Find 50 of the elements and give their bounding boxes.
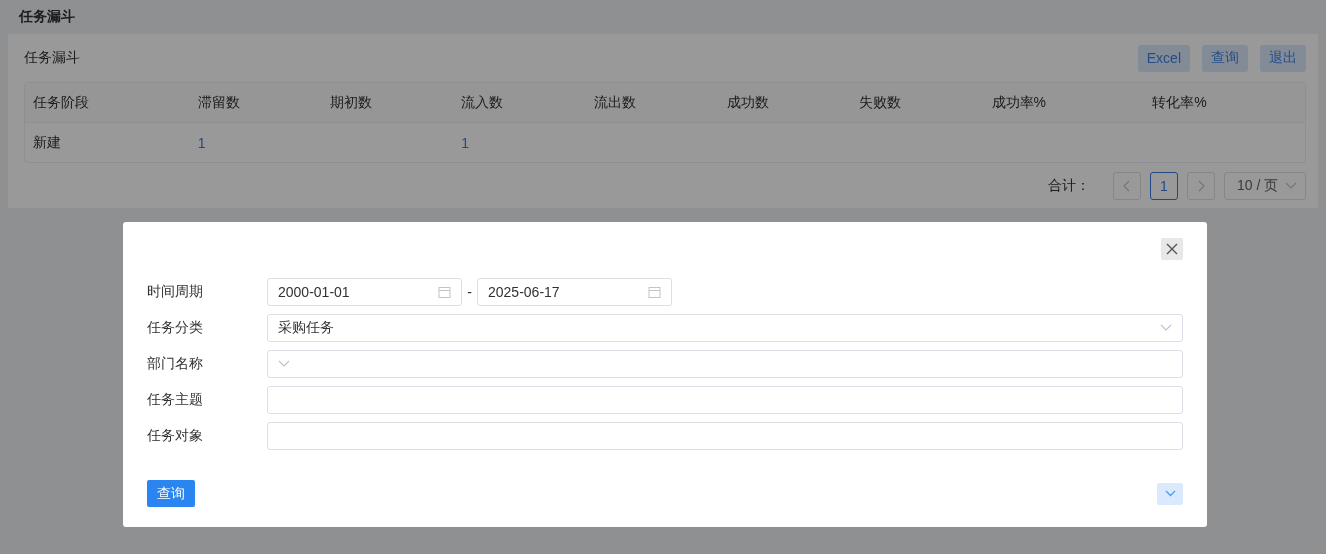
column-header: 成功数 [726, 93, 769, 110]
close-icon [1166, 243, 1178, 255]
table-cell-link[interactable]: 1 [197, 134, 206, 151]
table-cell: 新建 [33, 133, 61, 150]
column-header: 失败数 [858, 93, 901, 110]
column-header: 期初数 [329, 93, 372, 110]
calendar-icon [438, 285, 451, 299]
column-header: 流出数 [594, 93, 637, 110]
chevron-right-icon [1197, 180, 1205, 192]
field-label: 部门名称 [147, 355, 204, 373]
query-button[interactable]: 查询 [147, 480, 195, 507]
calendar-icon [648, 285, 661, 299]
field-label: 任务对象 [147, 427, 204, 445]
input-field[interactable] [267, 422, 1183, 450]
close-button[interactable] [1161, 238, 1183, 260]
input-field[interactable] [267, 386, 1183, 414]
total-label: 合计： [1048, 177, 1090, 195]
page-button[interactable]: 1 [1150, 172, 1178, 200]
select-field[interactable] [267, 350, 1183, 378]
table-cell-link[interactable]: 1 [461, 134, 470, 151]
toolbar-button[interactable]: 退出 [1260, 44, 1306, 72]
column-header: 任务阶段 [33, 93, 89, 110]
select-field[interactable]: 采购任务 [267, 314, 1183, 342]
field-label: 任务主题 [147, 391, 204, 409]
page-size-value: 10 / 页 [1237, 177, 1279, 195]
column-header: 流入数 [461, 93, 504, 110]
expand-button[interactable] [1157, 482, 1183, 505]
date-value: 2000-01-01 [278, 284, 350, 300]
next-page-button[interactable] [1187, 172, 1215, 200]
prev-page-button[interactable] [1113, 172, 1141, 200]
chevron-down-icon [1160, 324, 1172, 332]
column-header: 滞留数 [197, 93, 240, 110]
column-header: 成功率% [991, 93, 1046, 110]
chevron-down-icon [1164, 490, 1176, 497]
page-title: 任务漏斗 [17, 7, 76, 26]
range-separator: - [466, 284, 473, 300]
chevron-down-icon [278, 360, 290, 368]
page-size-select[interactable]: 10 / 页 [1224, 172, 1306, 200]
date-value: 2025-06-17 [488, 284, 560, 300]
date-field[interactable]: 2000-01-01 [267, 278, 462, 306]
field-label: 时间周期 [147, 283, 204, 301]
toolbar-button[interactable]: Excel [1137, 44, 1190, 72]
select-value: 采购任务 [278, 319, 334, 337]
field-label: 任务分类 [147, 319, 204, 337]
column-header: 转化率% [1152, 93, 1207, 110]
date-field[interactable]: 2025-06-17 [477, 278, 672, 306]
chevron-left-icon [1123, 180, 1131, 192]
toolbar-button[interactable]: 查询 [1202, 44, 1248, 72]
card-title: 任务漏斗 [24, 49, 80, 67]
chevron-down-icon [1285, 182, 1297, 190]
